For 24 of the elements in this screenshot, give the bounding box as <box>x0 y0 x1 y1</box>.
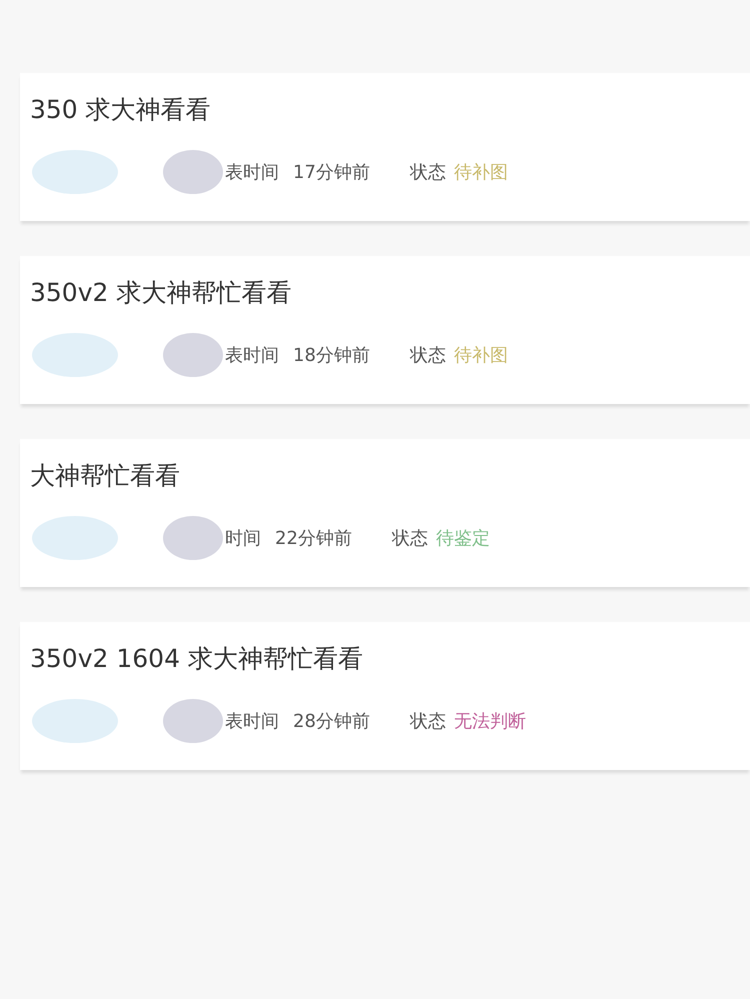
post-title: 大神帮忙看看 <box>30 460 180 492</box>
post-time: 18分钟前 <box>293 344 370 366</box>
time-label: 时间 <box>225 526 261 550</box>
status-label: 状态 <box>410 710 446 732</box>
post-title: 350v2 求大神帮忙看看 <box>30 276 292 308</box>
status-label: 状态 <box>392 526 428 550</box>
post-time: 28分钟前 <box>293 710 370 732</box>
post-time: 22分钟前 <box>275 526 352 550</box>
post-card[interactable]: 350v2 求大神帮忙看看 表时间 18分钟前 状态 待补图 <box>20 256 750 404</box>
post-card[interactable]: 大神帮忙看看 时间 22分钟前 状态 待鉴定 <box>20 439 750 587</box>
post-title: 350 求大神看看 <box>30 94 211 126</box>
post-time: 17分钟前 <box>293 160 370 184</box>
post-card[interactable]: 350 求大神看看 表时间 17分钟前 状态 待补图 <box>20 73 750 221</box>
time-label: 表时间 <box>225 344 279 366</box>
post-title: 350v2 1604 求大神帮忙看看 <box>30 642 363 674</box>
status-label: 状态 <box>410 344 446 366</box>
time-label: 表时间 <box>225 710 279 732</box>
status-text: 待鉴定 <box>436 526 490 550</box>
status-label: 状态 <box>410 160 446 184</box>
status-text: 待补图 <box>454 344 508 366</box>
status-text: 无法判断 <box>454 710 526 732</box>
time-label: 表时间 <box>225 160 279 184</box>
post-card[interactable]: 350v2 1604 求大神帮忙看看 表时间 28分钟前 状态 无法判断 <box>20 622 750 770</box>
status-text: 待补图 <box>454 160 508 184</box>
